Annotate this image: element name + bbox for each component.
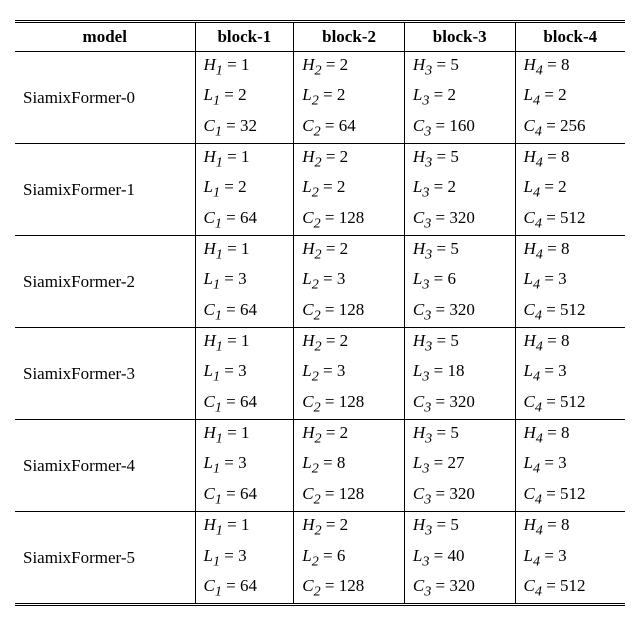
param-cell: C1 = 64 (195, 573, 294, 605)
param-cell: H3 = 5 (404, 52, 515, 83)
param-cell: C2 = 128 (294, 205, 405, 236)
param-cell: C2 = 64 (294, 113, 405, 144)
param-cell: L2 = 6 (294, 543, 405, 573)
param-cell: L3 = 18 (404, 358, 515, 388)
param-cell: C3 = 320 (404, 297, 515, 328)
model-name: SiamixFormer-4 (15, 420, 195, 512)
param-cell: L3 = 2 (404, 82, 515, 112)
param-cell: C4 = 512 (515, 389, 625, 420)
param-cell: H3 = 5 (404, 236, 515, 267)
table-row: SiamixFormer-0H1 = 1H2 = 2H3 = 5H4 = 8 (15, 52, 625, 83)
param-cell: C1 = 64 (195, 481, 294, 512)
param-cell: C4 = 512 (515, 205, 625, 236)
param-cell: C3 = 160 (404, 113, 515, 144)
model-name: SiamixFormer-3 (15, 328, 195, 420)
header-block-2: block-2 (294, 22, 405, 52)
param-cell: H4 = 8 (515, 328, 625, 359)
param-cell: H1 = 1 (195, 144, 294, 175)
param-cell: H1 = 1 (195, 52, 294, 83)
header-block-3: block-3 (404, 22, 515, 52)
param-cell: C4 = 256 (515, 113, 625, 144)
param-cell: L4 = 3 (515, 358, 625, 388)
param-cell: H2 = 2 (294, 144, 405, 175)
param-cell: C3 = 320 (404, 573, 515, 605)
param-cell: H1 = 1 (195, 328, 294, 359)
model-name: SiamixFormer-1 (15, 144, 195, 236)
param-cell: L4 = 2 (515, 174, 625, 204)
param-cell: H2 = 2 (294, 420, 405, 451)
param-cell: H4 = 8 (515, 52, 625, 83)
param-cell: L2 = 2 (294, 82, 405, 112)
table-row: SiamixFormer-1H1 = 1H2 = 2H3 = 5H4 = 8 (15, 144, 625, 175)
param-cell: C2 = 128 (294, 573, 405, 605)
model-name: SiamixFormer-5 (15, 512, 195, 605)
param-cell: L2 = 3 (294, 358, 405, 388)
param-cell: L1 = 3 (195, 450, 294, 480)
param-cell: H3 = 5 (404, 512, 515, 543)
header-model: model (15, 22, 195, 52)
model-name: SiamixFormer-2 (15, 236, 195, 328)
param-cell: C2 = 128 (294, 297, 405, 328)
param-cell: H2 = 2 (294, 512, 405, 543)
param-cell: C4 = 512 (515, 297, 625, 328)
param-cell: C1 = 64 (195, 297, 294, 328)
param-cell: H4 = 8 (515, 236, 625, 267)
hyperparameter-table: model block-1 block-2 block-3 block-4 Si… (15, 20, 625, 606)
param-cell: L4 = 3 (515, 450, 625, 480)
table-row: SiamixFormer-5H1 = 1H2 = 2H3 = 5H4 = 8 (15, 512, 625, 543)
param-cell: C2 = 128 (294, 389, 405, 420)
param-cell: L3 = 40 (404, 543, 515, 573)
param-cell: L2 = 3 (294, 266, 405, 296)
param-cell: L1 = 2 (195, 82, 294, 112)
param-cell: H4 = 8 (515, 144, 625, 175)
param-cell: H4 = 8 (515, 512, 625, 543)
param-cell: H2 = 2 (294, 236, 405, 267)
param-cell: L1 = 2 (195, 174, 294, 204)
table-row: SiamixFormer-2H1 = 1H2 = 2H3 = 5H4 = 8 (15, 236, 625, 267)
header-row: model block-1 block-2 block-3 block-4 (15, 22, 625, 52)
param-cell: C1 = 64 (195, 205, 294, 236)
param-cell: C1 = 64 (195, 389, 294, 420)
param-cell: C4 = 512 (515, 573, 625, 605)
param-cell: L3 = 2 (404, 174, 515, 204)
param-cell: L4 = 2 (515, 82, 625, 112)
param-cell: L3 = 6 (404, 266, 515, 296)
param-cell: H3 = 5 (404, 420, 515, 451)
param-cell: C2 = 128 (294, 481, 405, 512)
table-row: SiamixFormer-3H1 = 1H2 = 2H3 = 5H4 = 8 (15, 328, 625, 359)
param-cell: H2 = 2 (294, 328, 405, 359)
param-cell: H3 = 5 (404, 144, 515, 175)
param-cell: L1 = 3 (195, 358, 294, 388)
param-cell: H1 = 1 (195, 420, 294, 451)
header-block-4: block-4 (515, 22, 625, 52)
param-cell: C3 = 320 (404, 389, 515, 420)
param-cell: H4 = 8 (515, 420, 625, 451)
param-cell: L4 = 3 (515, 543, 625, 573)
param-cell: L2 = 2 (294, 174, 405, 204)
param-cell: C1 = 32 (195, 113, 294, 144)
param-cell: L2 = 8 (294, 450, 405, 480)
header-block-1: block-1 (195, 22, 294, 52)
param-cell: H1 = 1 (195, 236, 294, 267)
param-cell: H2 = 2 (294, 52, 405, 83)
param-cell: C3 = 320 (404, 205, 515, 236)
param-cell: L1 = 3 (195, 266, 294, 296)
param-cell: H3 = 5 (404, 328, 515, 359)
table-body: SiamixFormer-0H1 = 1H2 = 2H3 = 5H4 = 8L1… (15, 52, 625, 605)
model-name: SiamixFormer-0 (15, 52, 195, 144)
param-cell: L4 = 3 (515, 266, 625, 296)
table-row: SiamixFormer-4H1 = 1H2 = 2H3 = 5H4 = 8 (15, 420, 625, 451)
param-cell: L3 = 27 (404, 450, 515, 480)
param-cell: C4 = 512 (515, 481, 625, 512)
param-cell: L1 = 3 (195, 543, 294, 573)
param-cell: C3 = 320 (404, 481, 515, 512)
param-cell: H1 = 1 (195, 512, 294, 543)
